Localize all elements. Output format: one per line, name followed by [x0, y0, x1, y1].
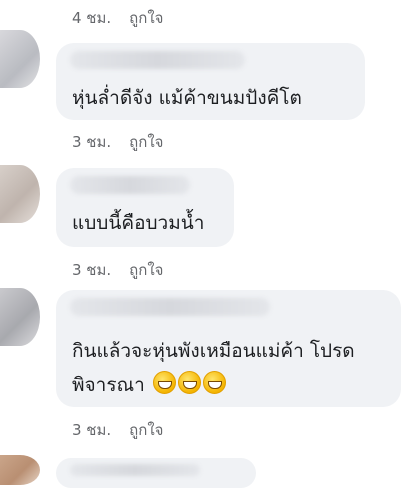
comment-text-line: พิจารณา: [72, 374, 145, 396]
comment-timestamp: 3 ชม.: [72, 133, 112, 151]
grinning-face-emoji-icon: [177, 371, 201, 394]
avatar[interactable]: [0, 30, 40, 88]
like-link[interactable]: ถูกใจ: [129, 258, 163, 282]
like-link[interactable]: ถูกใจ: [129, 418, 163, 442]
commenter-name-blurred[interactable]: [70, 464, 200, 476]
comment-meta: 3 ชม. ถูกใจ: [72, 258, 163, 282]
grinning-face-emoji-icon: [152, 371, 176, 394]
like-link[interactable]: ถูกใจ: [129, 6, 163, 30]
comment-text-line: กินแล้วจะหุ่นพังเหมือนแม่ค้า โปรด: [72, 340, 355, 362]
avatar[interactable]: [0, 165, 40, 223]
comment-timestamp: 3 ชม.: [72, 261, 112, 279]
commenter-name-blurred[interactable]: [70, 176, 190, 194]
comment-bubble: หุ่นล่ำดีจัง แม้ค้าขนมปังคีโต: [56, 43, 365, 120]
comment-text: กินแล้วจะหุ่นพังเหมือนแม่ค้า โปรด พิจารณ…: [72, 334, 355, 402]
comment-text-line-2: พิจารณา: [72, 368, 355, 402]
avatar[interactable]: [0, 455, 40, 485]
comment-meta: 3 ชม. ถูกใจ: [72, 130, 163, 154]
comment-meta: 3 ชม. ถูกใจ: [72, 418, 163, 442]
comment-timestamp: 3 ชม.: [72, 421, 112, 439]
comment-text: หุ่นล่ำดีจัง แม้ค้าขนมปังคีโต: [72, 87, 302, 109]
comment-text: แบบนี้คือบวมน้ำ: [72, 212, 205, 234]
grinning-face-emoji-icon: [202, 371, 226, 394]
commenter-name-blurred[interactable]: [70, 51, 245, 69]
like-link[interactable]: ถูกใจ: [129, 130, 163, 154]
comment-bubble: แบบนี้คือบวมน้ำ: [56, 168, 234, 247]
comment-bubble: กินแล้วจะหุ่นพังเหมือนแม่ค้า โปรด พิจารณ…: [56, 290, 401, 407]
comment-bubble: [56, 458, 256, 488]
commenter-name-blurred[interactable]: [70, 298, 270, 316]
avatar[interactable]: [0, 288, 40, 346]
comment-meta: 4 ชม. ถูกใจ: [72, 6, 163, 30]
comment-timestamp: 4 ชม.: [72, 9, 112, 27]
